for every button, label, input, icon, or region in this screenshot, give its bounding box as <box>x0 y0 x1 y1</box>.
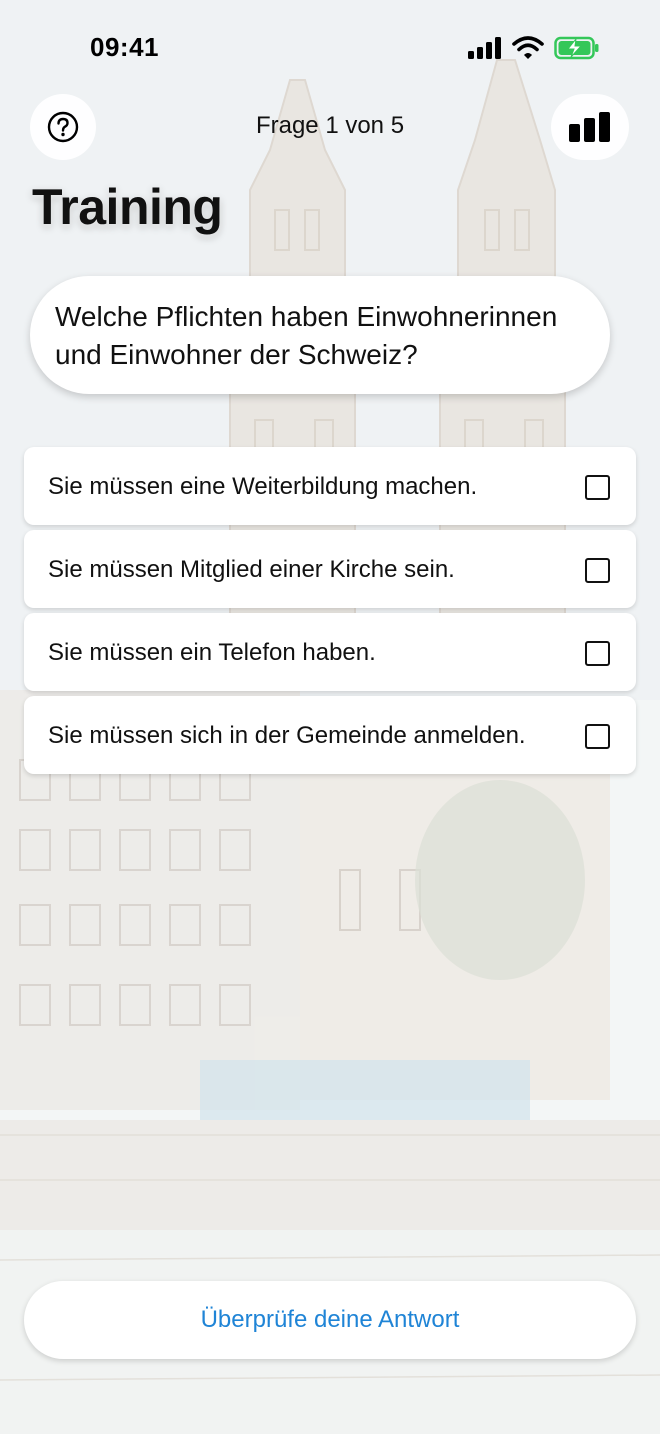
bar-chart-icon <box>569 112 610 142</box>
status-icons <box>468 36 600 60</box>
answer-option[interactable]: Sie müssen Mitglied einer Kirche sein. <box>24 530 636 608</box>
check-answer-button[interactable]: Überprüfe deine Antwort <box>24 1281 636 1359</box>
answer-text: Sie müssen ein Telefon haben. <box>48 639 376 666</box>
answer-text: Sie müssen sich in der Gemeinde anmelden… <box>48 722 526 749</box>
answer-checkbox[interactable] <box>585 475 610 500</box>
answer-checkbox[interactable] <box>585 724 610 749</box>
answer-checkbox[interactable] <box>585 641 610 666</box>
battery-charging-icon <box>554 36 599 60</box>
question-text: Welche Pflichten haben Einwohnerinnen un… <box>55 301 558 370</box>
answer-option[interactable]: Sie müssen eine Weiterbildung machen. <box>24 447 636 525</box>
answer-checkbox[interactable] <box>585 558 610 583</box>
statistics-button[interactable] <box>551 94 629 160</box>
page-title: Training <box>32 179 223 235</box>
question-card: Welche Pflichten haben Einwohnerinnen un… <box>30 276 610 394</box>
answer-text: Sie müssen eine Weiterbildung machen. <box>48 473 478 500</box>
signal-icon <box>468 37 501 59</box>
status-time: 09:41 <box>90 32 159 62</box>
answer-list: Sie müssen eine Weiterbildung machen. Si… <box>24 447 636 779</box>
answer-option[interactable]: Sie müssen sich in der Gemeinde anmelden… <box>24 696 636 774</box>
status-bar: 09:41 <box>0 0 660 96</box>
wifi-icon <box>512 36 544 59</box>
answer-option[interactable]: Sie müssen ein Telefon haben. <box>24 613 636 691</box>
answer-text: Sie müssen Mitglied einer Kirche sein. <box>48 556 455 583</box>
